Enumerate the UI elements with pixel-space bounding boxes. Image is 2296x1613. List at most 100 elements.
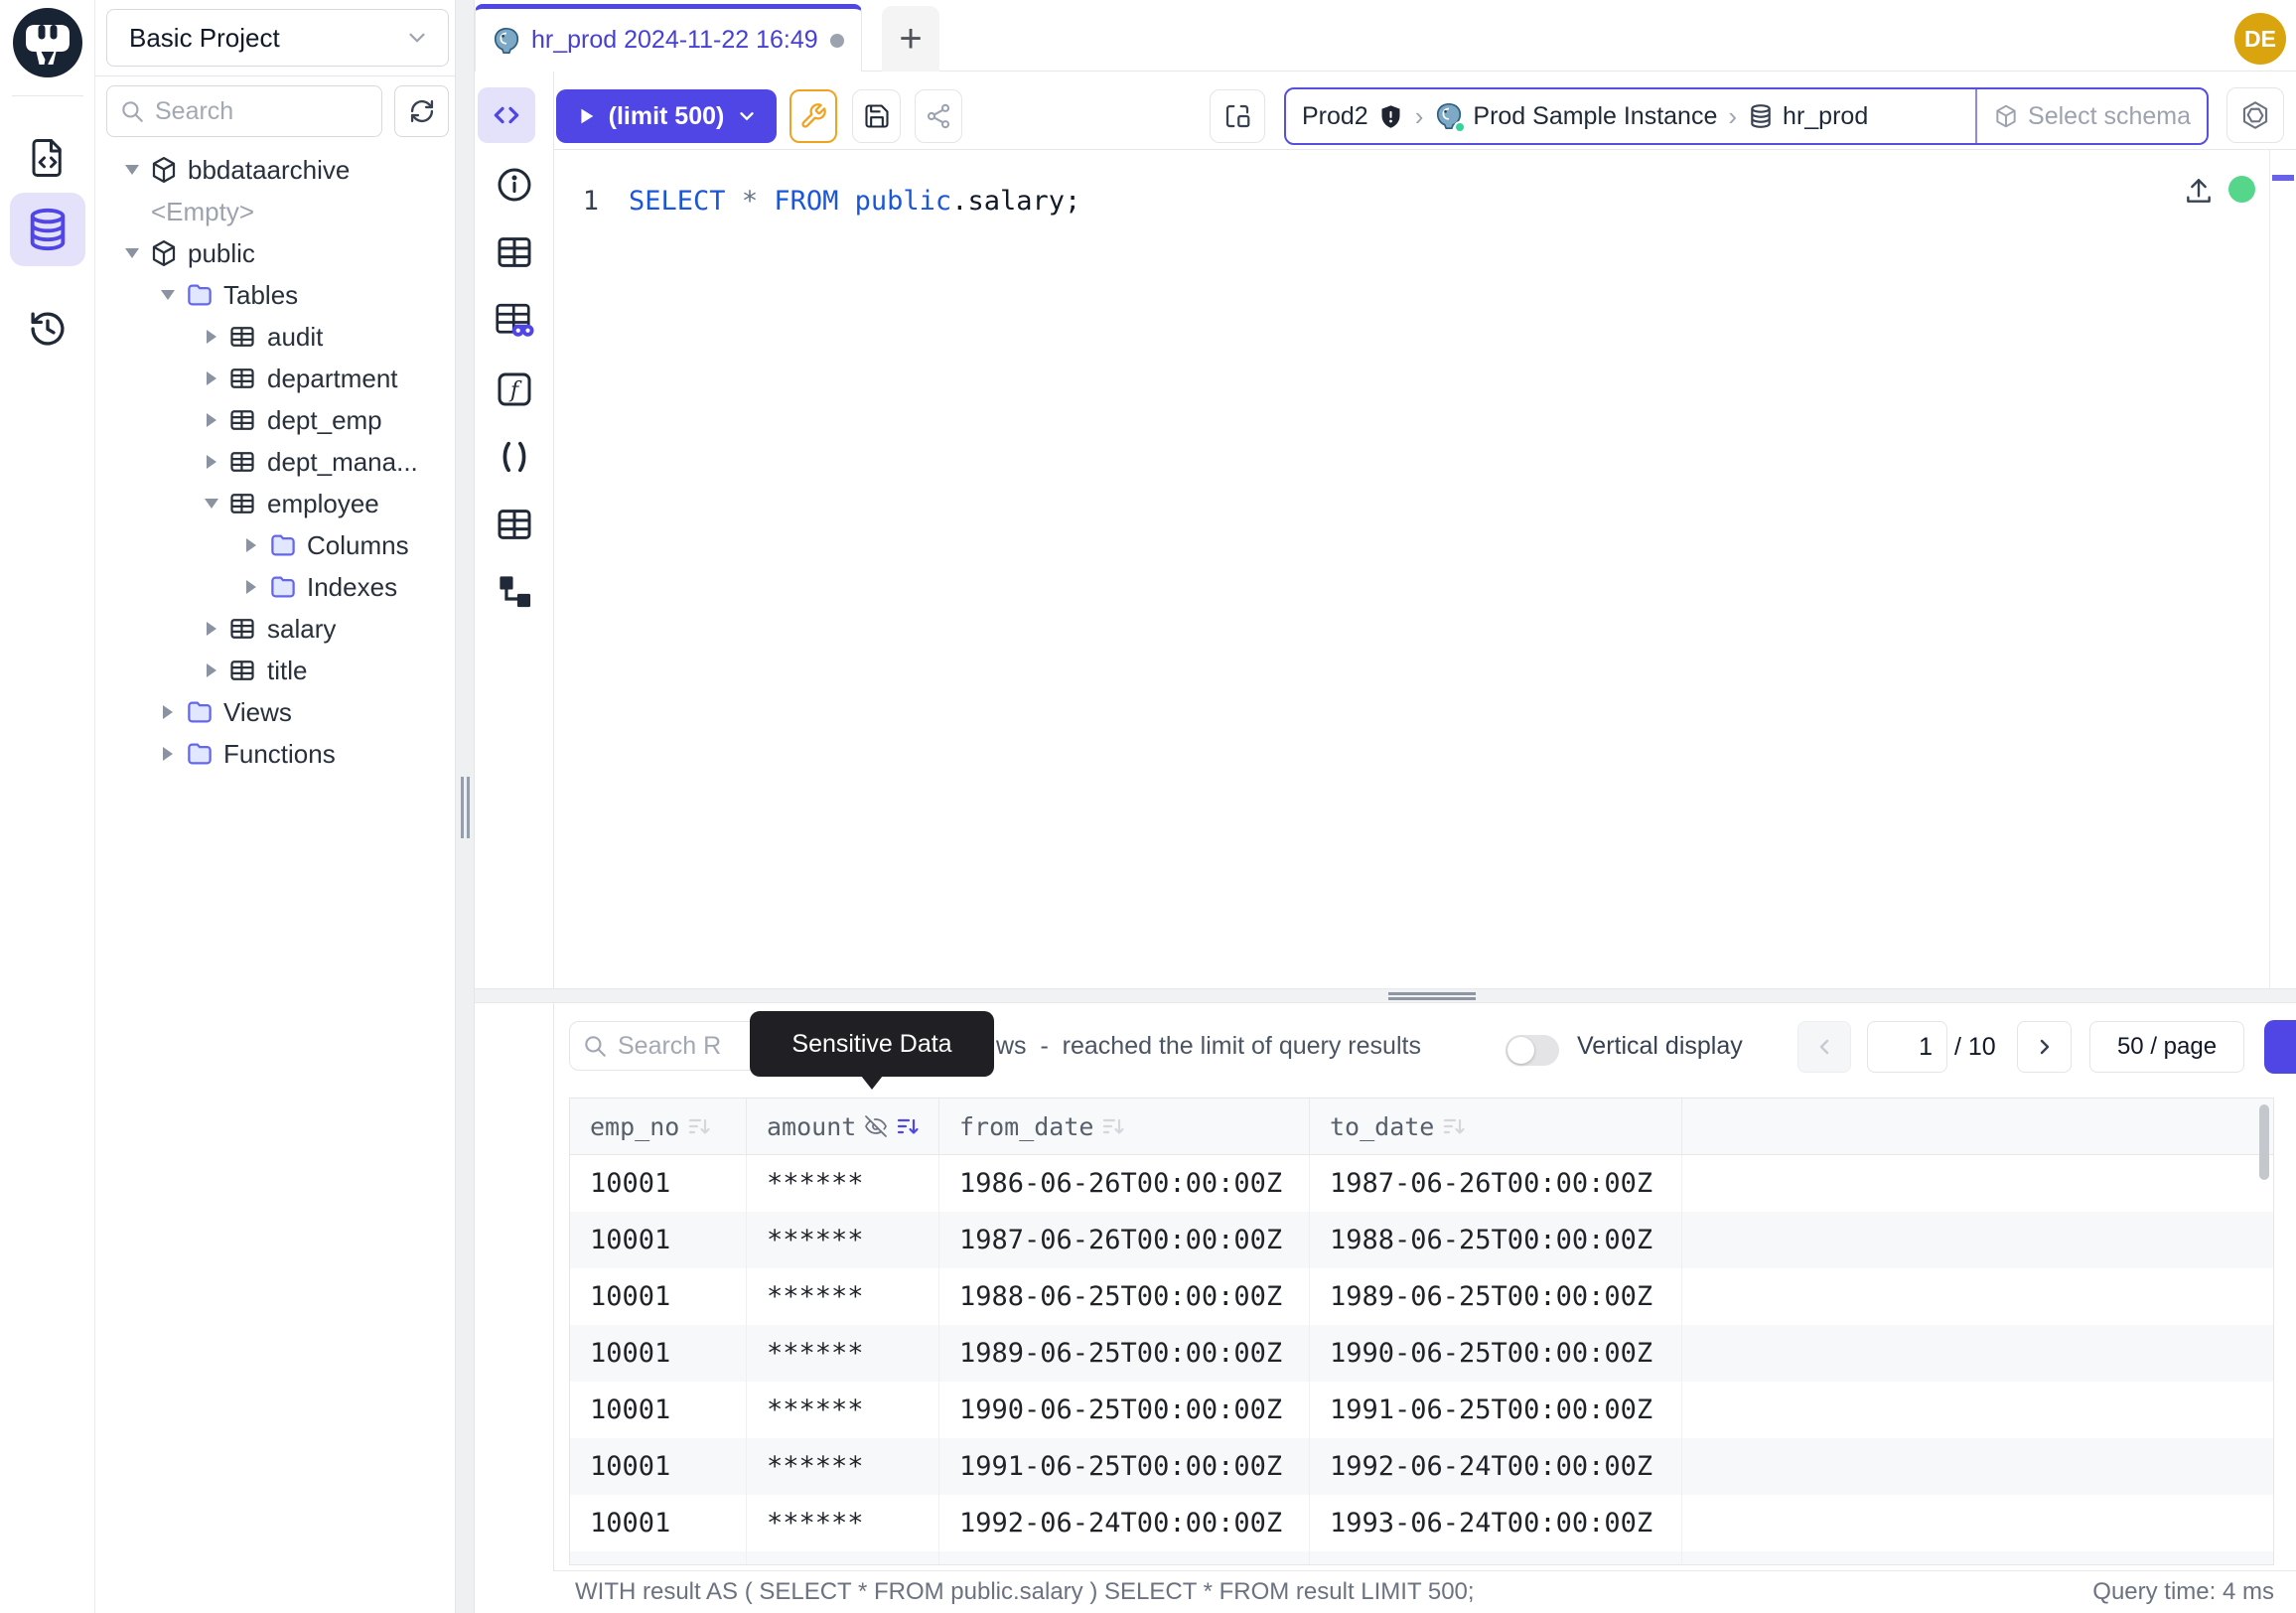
sort-icon[interactable] bbox=[896, 1114, 920, 1138]
query-options-button[interactable] bbox=[789, 89, 837, 143]
table-cell: 10001 bbox=[570, 1495, 747, 1551]
batch-query-button[interactable] bbox=[1210, 89, 1265, 143]
splitter-drag-handle[interactable] bbox=[461, 777, 470, 838]
tree-item-employee[interactable]: employee bbox=[95, 483, 455, 524]
caret-right-icon[interactable] bbox=[157, 705, 179, 719]
ai-assistant-button[interactable] bbox=[2226, 87, 2284, 143]
upload-icon[interactable] bbox=[2183, 175, 2215, 207]
sort-icon[interactable] bbox=[1442, 1114, 1466, 1138]
rail-item-worksheet[interactable] bbox=[10, 121, 85, 195]
column-header-amount[interactable]: amount bbox=[747, 1099, 939, 1154]
schema-diagram-icon[interactable] bbox=[496, 572, 533, 610]
previous-page-button[interactable] bbox=[1797, 1021, 1851, 1073]
sort-icon[interactable] bbox=[1101, 1114, 1125, 1138]
vertical-display-toggle[interactable] bbox=[1506, 1035, 1559, 1066]
tab-worksheet[interactable]: hr_prod 2024-11-22 16:49 bbox=[475, 4, 862, 72]
page-size-select[interactable]: 50 / page bbox=[2089, 1021, 2244, 1073]
eye-off-icon bbox=[864, 1114, 888, 1138]
tree-item-dept-emp[interactable]: dept_emp bbox=[95, 399, 455, 441]
caret-right-icon[interactable] bbox=[157, 747, 179, 761]
rail-item-database[interactable] bbox=[10, 193, 85, 266]
caret-right-icon[interactable] bbox=[240, 538, 262, 552]
tree-item-views[interactable]: Views bbox=[95, 691, 455, 733]
table-cell: 1993-06-24T00:00:00Z bbox=[939, 1551, 1310, 1565]
table-row[interactable]: 10001******1987-06-26T00:00:00Z1988-06-2… bbox=[570, 1212, 2273, 1268]
connection-breadcrumb[interactable]: Prod2 › Prod Sample Instance › hr_prod S… bbox=[1284, 87, 2209, 145]
tree-item-tables[interactable]: Tables bbox=[95, 274, 455, 316]
caret-right-icon[interactable] bbox=[201, 663, 222, 677]
editor-minimap[interactable] bbox=[2269, 150, 2296, 988]
tree-item-indexes[interactable]: Indexes bbox=[95, 566, 455, 608]
masked-data-icon[interactable] bbox=[494, 300, 535, 342]
tree-item-audit[interactable]: audit bbox=[95, 316, 455, 358]
tree-item-functions[interactable]: Functions bbox=[95, 733, 455, 775]
tree-item-columns[interactable]: Columns bbox=[95, 524, 455, 566]
table-row[interactable]: 10001******1993-06-24T00:00:00Z1994-06-2… bbox=[570, 1551, 2273, 1565]
table-panel-icon[interactable] bbox=[495, 232, 534, 272]
new-tab-button[interactable]: + bbox=[882, 6, 939, 72]
tree-item--empty-[interactable]: <Empty> bbox=[95, 191, 455, 232]
tree-refresh-button[interactable] bbox=[394, 85, 449, 137]
caret-down-icon[interactable] bbox=[121, 248, 143, 258]
table-row[interactable]: 10001******1990-06-25T00:00:00Z1991-06-2… bbox=[570, 1382, 2273, 1438]
worksheet-icon bbox=[27, 137, 69, 179]
panel-splitter-horizontal[interactable] bbox=[475, 988, 2296, 1003]
code-panel-button[interactable] bbox=[478, 87, 535, 143]
schema-tree: bbdataarchive<Empty>publicTablesauditdep… bbox=[95, 149, 455, 775]
schema-select[interactable]: Select schema bbox=[1975, 89, 2191, 143]
bytebase-logo-icon[interactable] bbox=[13, 8, 82, 77]
tree-search-input[interactable] bbox=[155, 97, 354, 126]
caret-right-icon[interactable] bbox=[201, 622, 222, 636]
table-row[interactable]: 10001******1988-06-25T00:00:00Z1989-06-2… bbox=[570, 1268, 2273, 1325]
table-row[interactable]: 10001******1986-06-26T00:00:00Z1987-06-2… bbox=[570, 1155, 2273, 1212]
info-icon[interactable] bbox=[495, 165, 534, 205]
table-cell: ****** bbox=[747, 1495, 939, 1551]
tree-item-title[interactable]: title bbox=[95, 650, 455, 691]
tree-item-department[interactable]: department bbox=[95, 358, 455, 399]
table-panel-icon[interactable] bbox=[495, 505, 534, 544]
function-icon[interactable]: f bbox=[495, 369, 534, 409]
page-number-input[interactable]: 1 bbox=[1867, 1021, 1947, 1073]
tree-item-dept-mana-[interactable]: dept_mana... bbox=[95, 441, 455, 483]
table-cell: 1993-06-24T00:00:00Z bbox=[1310, 1495, 1682, 1551]
avatar[interactable]: DE bbox=[2234, 13, 2286, 65]
tree-item-salary[interactable]: salary bbox=[95, 608, 455, 650]
search-icon bbox=[119, 98, 145, 124]
table-row[interactable]: 10001******1991-06-25T00:00:00Z1992-06-2… bbox=[570, 1438, 2273, 1495]
table-icon bbox=[228, 657, 256, 684]
caret-down-icon[interactable] bbox=[157, 290, 179, 300]
caret-right-icon[interactable] bbox=[201, 330, 222, 344]
sort-icon[interactable] bbox=[687, 1114, 711, 1138]
caret-right-icon[interactable] bbox=[201, 413, 222, 427]
column-header-emp_no[interactable]: emp_no bbox=[570, 1099, 747, 1154]
next-page-button[interactable] bbox=[2017, 1021, 2072, 1073]
results-table: emp_noamountfrom_dateto_date 10001******… bbox=[569, 1098, 2274, 1565]
table-row[interactable]: 10001******1989-06-25T00:00:00Z1990-06-2… bbox=[570, 1325, 2273, 1382]
panel-splitter-vertical[interactable] bbox=[455, 0, 475, 1613]
table-cell: 10001 bbox=[570, 1155, 747, 1212]
caret-down-icon[interactable] bbox=[201, 499, 222, 509]
table-row[interactable]: 10001******1992-06-24T00:00:00Z1993-06-2… bbox=[570, 1495, 2273, 1551]
table-cell: 1991-06-25T00:00:00Z bbox=[939, 1438, 1310, 1495]
toggle-knob bbox=[1507, 1037, 1534, 1064]
save-button[interactable] bbox=[852, 89, 901, 143]
column-label: from_date bbox=[959, 1112, 1093, 1141]
table-cell: 10001 bbox=[570, 1382, 747, 1438]
editor-line[interactable]: 1 SELECT * FROM public.salary; bbox=[553, 179, 1080, 222]
splitter-drag-handle[interactable] bbox=[1388, 992, 1476, 1000]
caret-right-icon[interactable] bbox=[201, 371, 222, 385]
parentheses-icon[interactable] bbox=[495, 437, 534, 477]
caret-down-icon[interactable] bbox=[121, 165, 143, 175]
tree-item-public[interactable]: public bbox=[95, 232, 455, 274]
column-header-to_date[interactable]: to_date bbox=[1310, 1099, 1682, 1154]
run-query-button[interactable]: (limit 500) bbox=[556, 89, 777, 143]
caret-right-icon[interactable] bbox=[240, 580, 262, 594]
caret-right-icon[interactable] bbox=[201, 455, 222, 469]
rail-item-history[interactable] bbox=[10, 292, 85, 366]
tree-item-bbdataarchive[interactable]: bbdataarchive bbox=[95, 149, 455, 191]
export-button[interactable] bbox=[2264, 1020, 2296, 1074]
table-scrollbar[interactable] bbox=[2259, 1104, 2269, 1180]
column-header-from_date[interactable]: from_date bbox=[939, 1099, 1310, 1154]
share-button[interactable] bbox=[915, 89, 962, 143]
project-select[interactable]: Basic Project bbox=[106, 9, 449, 67]
